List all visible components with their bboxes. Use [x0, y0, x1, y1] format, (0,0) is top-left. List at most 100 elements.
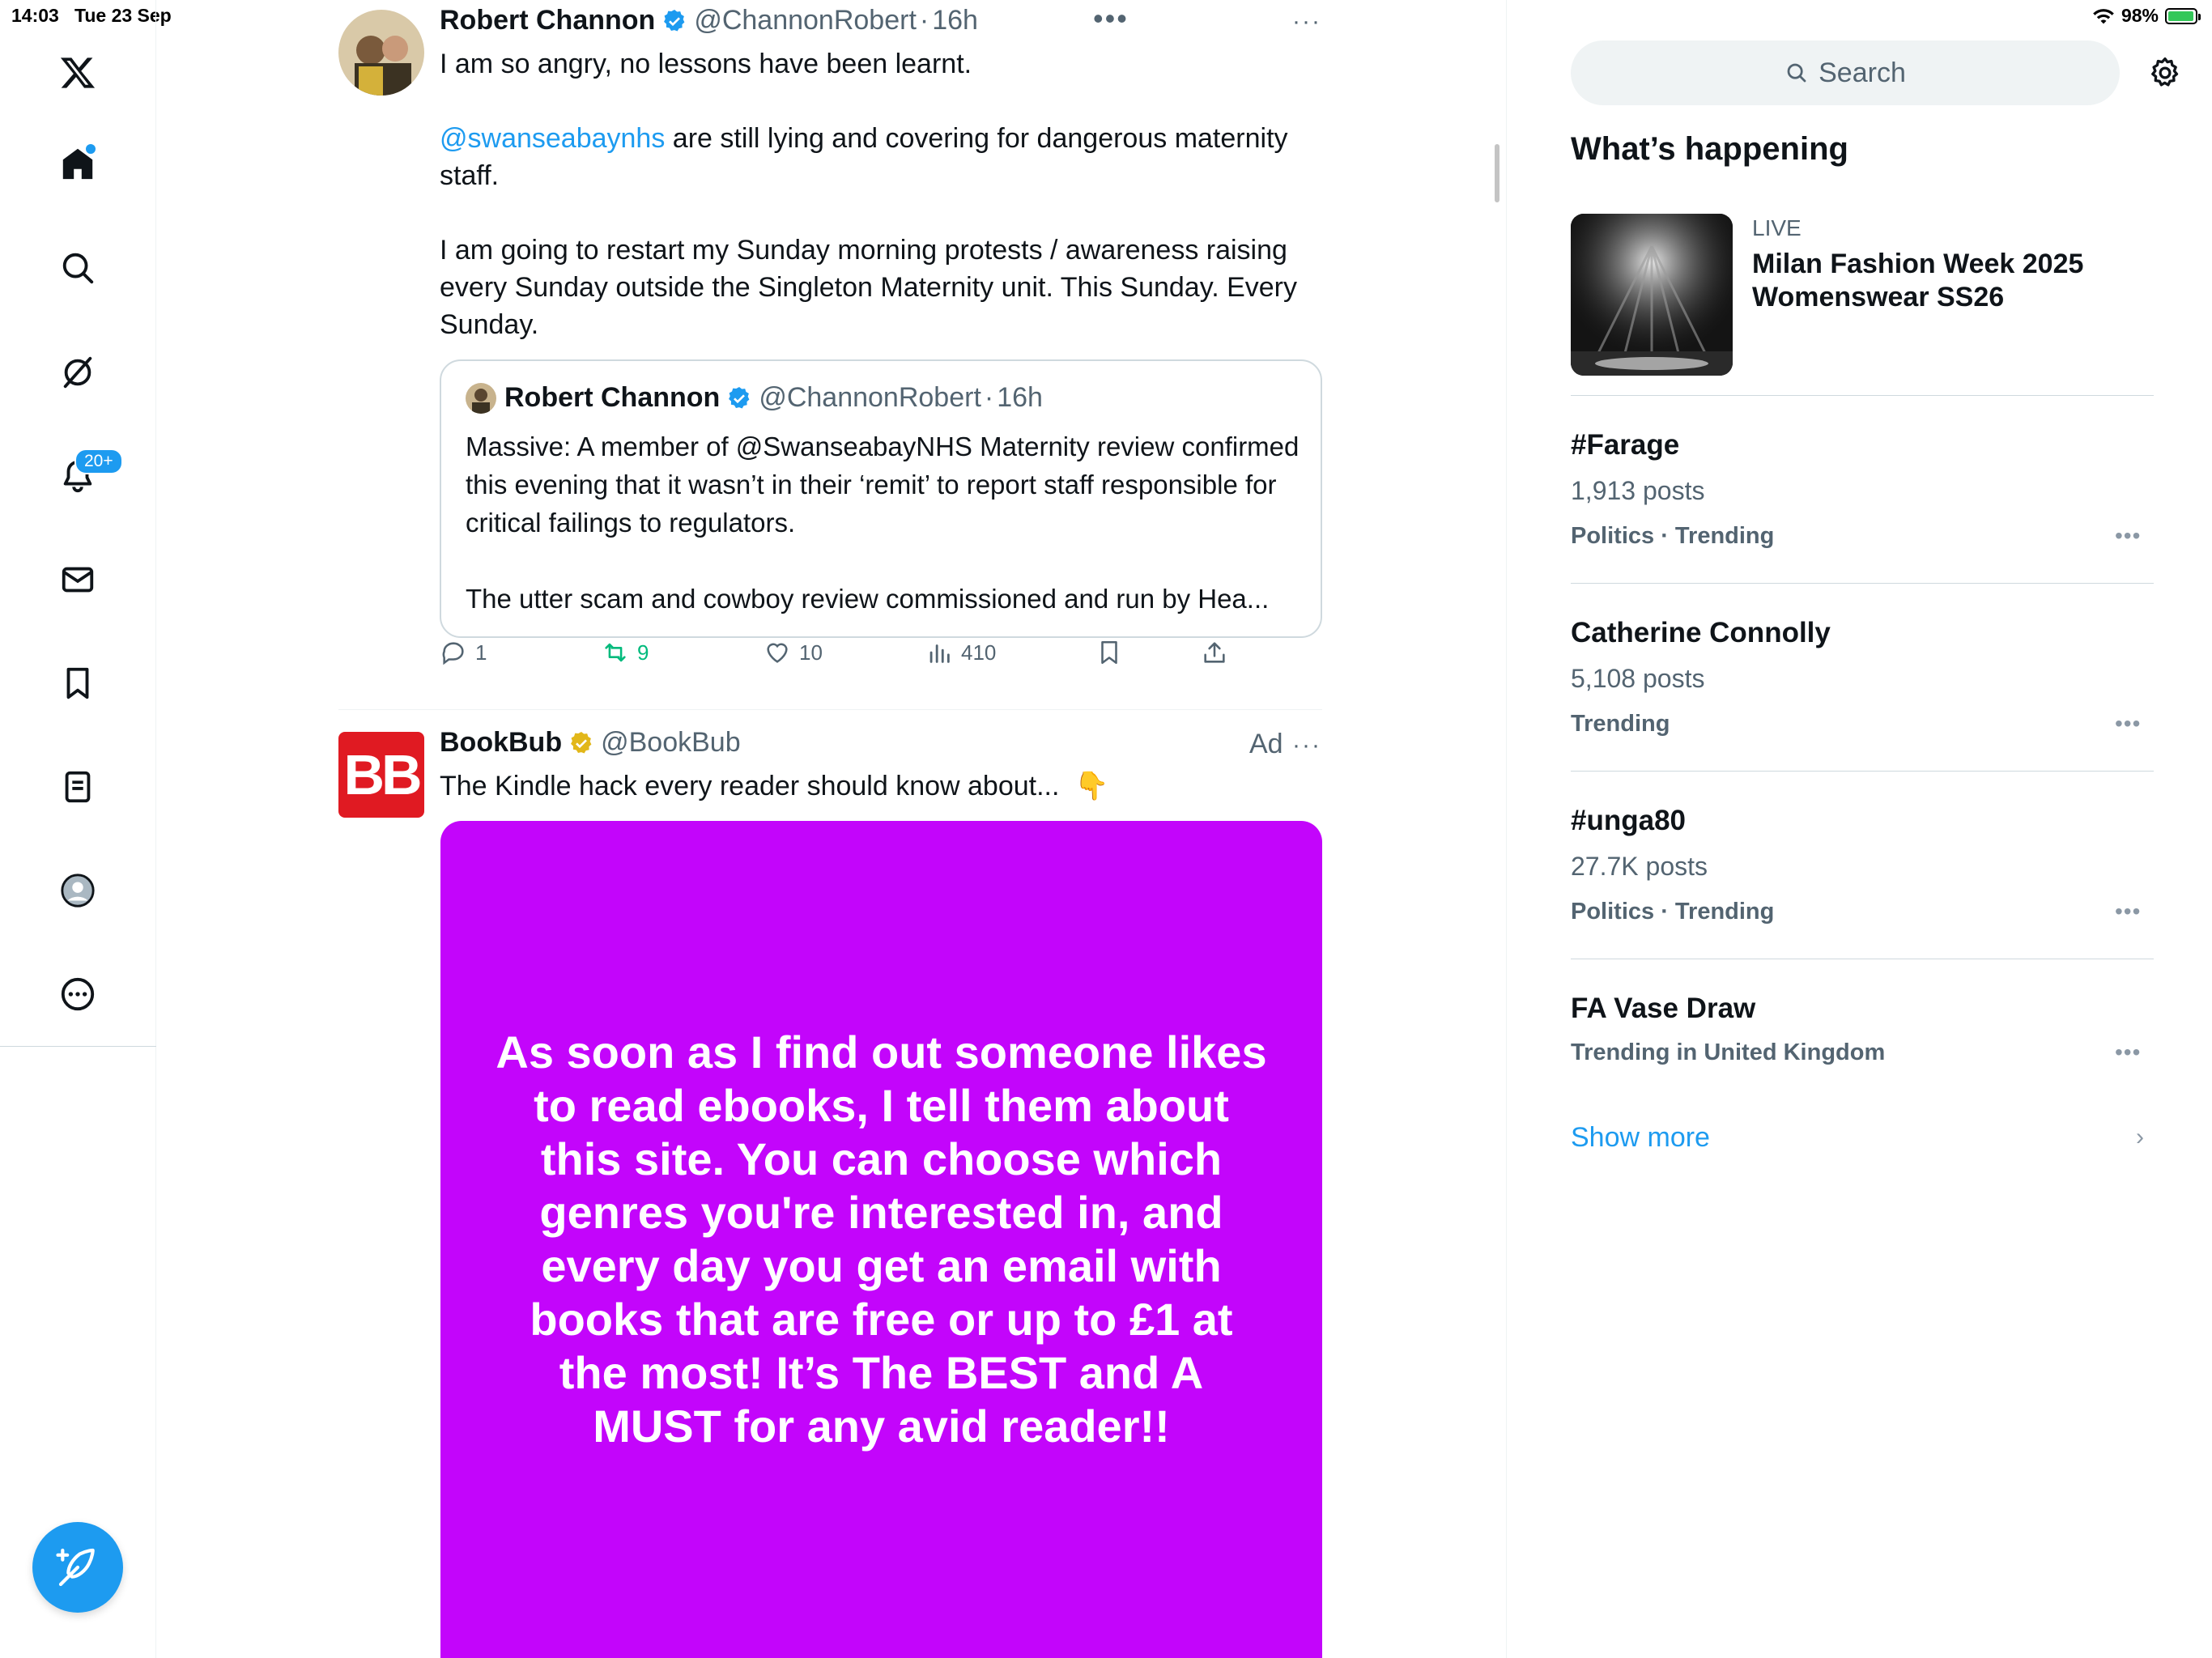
share-button[interactable] [1201, 639, 1228, 666]
heart-icon [767, 643, 788, 663]
bookmark-icon [66, 667, 89, 699]
trend-title[interactable]: Catherine Connolly [1571, 617, 1831, 649]
scrollbar-thumb[interactable] [1495, 144, 1499, 202]
quoted-tweet[interactable]: Robert Channon @ChannonRobert · 16h Mass… [440, 359, 1322, 638]
search-placeholder: Search [1819, 57, 1906, 88]
nav-notifications[interactable]: 20+ [53, 449, 123, 500]
ad-header: BookBub @BookBub [440, 727, 741, 759]
view-count: 410 [961, 640, 997, 665]
nav-grok[interactable] [53, 348, 102, 397]
search-input[interactable]: Search [1571, 40, 2120, 105]
mention-link[interactable]: @swanseabaynhs [440, 123, 665, 154]
reply-button[interactable]: 1 [440, 639, 487, 666]
trend-title[interactable]: #Farage [1571, 429, 1679, 461]
nav-home[interactable] [53, 139, 102, 188]
quote-author-handle: @ChannonRobert [759, 382, 981, 413]
show-more-link[interactable]: Show more [1571, 1122, 1710, 1154]
list-icon [65, 771, 91, 803]
repost-icon [605, 643, 626, 662]
trend-more-icon[interactable]: ••• [2115, 1039, 2141, 1065]
trend-separator [1571, 583, 2154, 584]
grok-icon [63, 356, 92, 389]
trend-more-icon[interactable]: ••• [2115, 523, 2141, 549]
trend-title[interactable]: #unga80 [1571, 805, 1686, 837]
notification-badge: 20+ [74, 449, 123, 474]
nav-divider [0, 1046, 156, 1047]
nav-explore[interactable] [53, 244, 102, 292]
wifi-icon [2093, 8, 2114, 23]
status-right: 98% [2092, 5, 2201, 27]
column-divider [1506, 0, 1507, 1658]
repost-button[interactable]: 9 [602, 639, 649, 666]
tweet-separator [338, 709, 1322, 710]
tweet-line-3: I am going to restart my Sunday morning … [440, 235, 1305, 340]
battery-fill [2168, 11, 2194, 21]
compose-button[interactable] [32, 1522, 123, 1613]
repost-count: 9 [637, 640, 649, 665]
quote-author-name: Robert Channon [504, 382, 721, 413]
nav-profile[interactable] [53, 866, 102, 915]
trend-more-icon[interactable]: ••• [2115, 899, 2141, 925]
bookmark-button[interactable] [1095, 639, 1123, 666]
ad-text: The Kindle hack every reader should know… [440, 767, 1322, 805]
live-event-image[interactable] [1571, 214, 1733, 376]
ad-label: Ad [1249, 729, 1283, 759]
ad-author-handle[interactable]: @BookBub [601, 727, 741, 759]
share-icon [1204, 642, 1225, 663]
trend-separator [1571, 395, 2154, 396]
quote-text: Massive: A member of @SwanseabayNHS Mate… [466, 432, 1300, 614]
x-logo-icon[interactable] [53, 49, 102, 97]
more-circle-icon [61, 977, 95, 1011]
whats-happening-title: What’s happening [1571, 131, 1848, 167]
live-event-title[interactable]: Milan Fashion Week 2025 Womenswear SS26 [1752, 248, 2141, 314]
envelope-icon [62, 567, 94, 593]
tweet-time[interactable]: 16h [932, 5, 978, 36]
trend-separator [1571, 771, 2154, 772]
trend-more-icon[interactable]: ••• [2115, 711, 2141, 737]
pointing-down-emoji: 👇 [1074, 771, 1109, 801]
quote-header: Robert Channon @ChannonRobert · 16h [466, 382, 1043, 414]
trend-count: 27.7K posts [1571, 852, 1708, 881]
trend-title[interactable]: FA Vase Draw [1571, 993, 1755, 1025]
chevron-right-icon[interactable]: › [2136, 1124, 2144, 1151]
nav-messages[interactable] [53, 555, 102, 604]
ad-author-name[interactable]: BookBub [440, 727, 562, 759]
ad-more-icon[interactable]: ··· [1292, 732, 1321, 759]
trend-meta: Trending [1571, 711, 1670, 737]
nav-more[interactable] [53, 970, 102, 1018]
reply-icon [442, 642, 464, 665]
tweet-more-icon[interactable]: ··· [1292, 8, 1321, 36]
search-icon [62, 253, 94, 284]
quote-time: 16h [997, 382, 1043, 413]
compose-feather-icon [56, 1548, 95, 1587]
tweet-text: I am so angry, no lessons have been lear… [440, 45, 1322, 343]
author-handle[interactable]: @ChannonRobert [694, 5, 917, 36]
views-chart-icon [929, 644, 950, 663]
trend-meta: Politics · Trending [1571, 899, 1775, 925]
left-navigation: 20+ [0, 0, 156, 1658]
battery-percent: 98% [2121, 5, 2159, 26]
settings-gear-icon[interactable] [2147, 55, 2183, 91]
verified-badge-icon [664, 9, 685, 32]
trend-meta: Trending in United Kingdom [1571, 1039, 1886, 1065]
gold-verified-badge-icon [571, 731, 592, 754]
tweet-header: Robert Channon @ChannonRobert · 16h [440, 5, 978, 36]
author-name[interactable]: Robert Channon [440, 5, 655, 36]
nav-lists[interactable] [53, 763, 102, 811]
like-button[interactable]: 10 [764, 639, 823, 666]
like-count: 10 [799, 640, 823, 665]
quote-avatar [466, 382, 496, 414]
home-unread-dot [86, 144, 96, 154]
ad-text-content: The Kindle hack every reader should know… [440, 771, 1060, 801]
avatar[interactable] [338, 10, 424, 96]
profile-icon [61, 874, 95, 908]
views-button[interactable]: 410 [925, 639, 996, 666]
battery-icon [2165, 7, 2201, 24]
trend-count: 1,913 posts [1571, 476, 1705, 505]
ad-image[interactable]: As soon as I find out someone likes to r… [440, 821, 1322, 1658]
trend-meta: Politics · Trending [1571, 523, 1775, 549]
drag-handle-icon[interactable]: ••• [1093, 2, 1129, 36]
nav-bookmarks[interactable] [53, 659, 102, 708]
reply-count: 1 [475, 640, 487, 665]
bookbub-logo[interactable]: BB [338, 732, 424, 818]
